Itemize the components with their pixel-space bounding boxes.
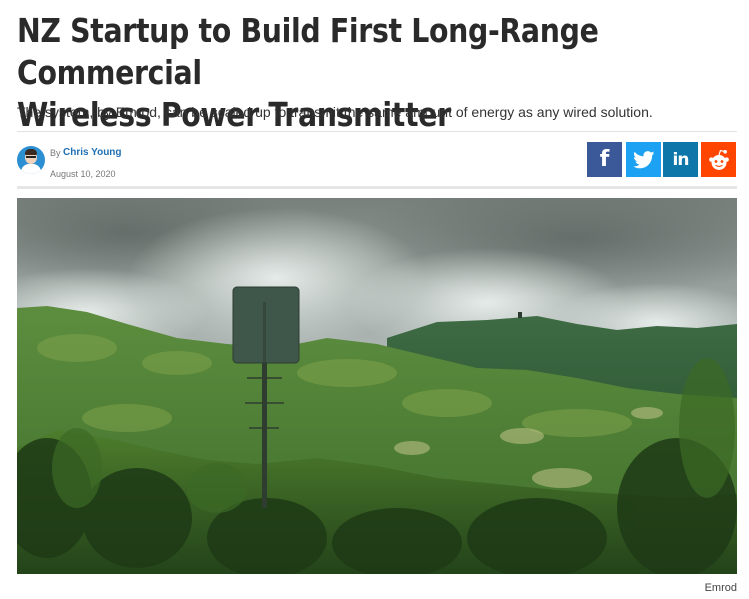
divider — [17, 131, 737, 132]
header-divider — [17, 186, 737, 189]
twitter-icon — [632, 150, 654, 168]
share-twitter-button[interactable] — [626, 142, 661, 177]
article-subheadline: The system, by Emrod, can be scaled up t… — [17, 104, 653, 120]
linkedin-icon: in — [672, 149, 690, 170]
facebook-icon: f — [599, 147, 610, 172]
author-link[interactable]: Chris Young — [63, 147, 122, 158]
reddit-icon — [708, 149, 729, 170]
author-avatar[interactable] — [17, 146, 45, 174]
article-hero-image — [17, 198, 737, 574]
share-reddit-button[interactable] — [701, 142, 736, 177]
share-linkedin-button[interactable]: in — [663, 142, 698, 177]
headline-line-1: NZ Startup to Build First Long-Range Com… — [17, 11, 599, 92]
share-facebook-button[interactable]: f — [587, 142, 622, 177]
byline-prefix: By — [50, 148, 61, 158]
landscape-photo — [17, 198, 737, 574]
image-caption: Emrod — [704, 582, 737, 594]
publish-date: August 10, 2020 — [50, 169, 116, 179]
